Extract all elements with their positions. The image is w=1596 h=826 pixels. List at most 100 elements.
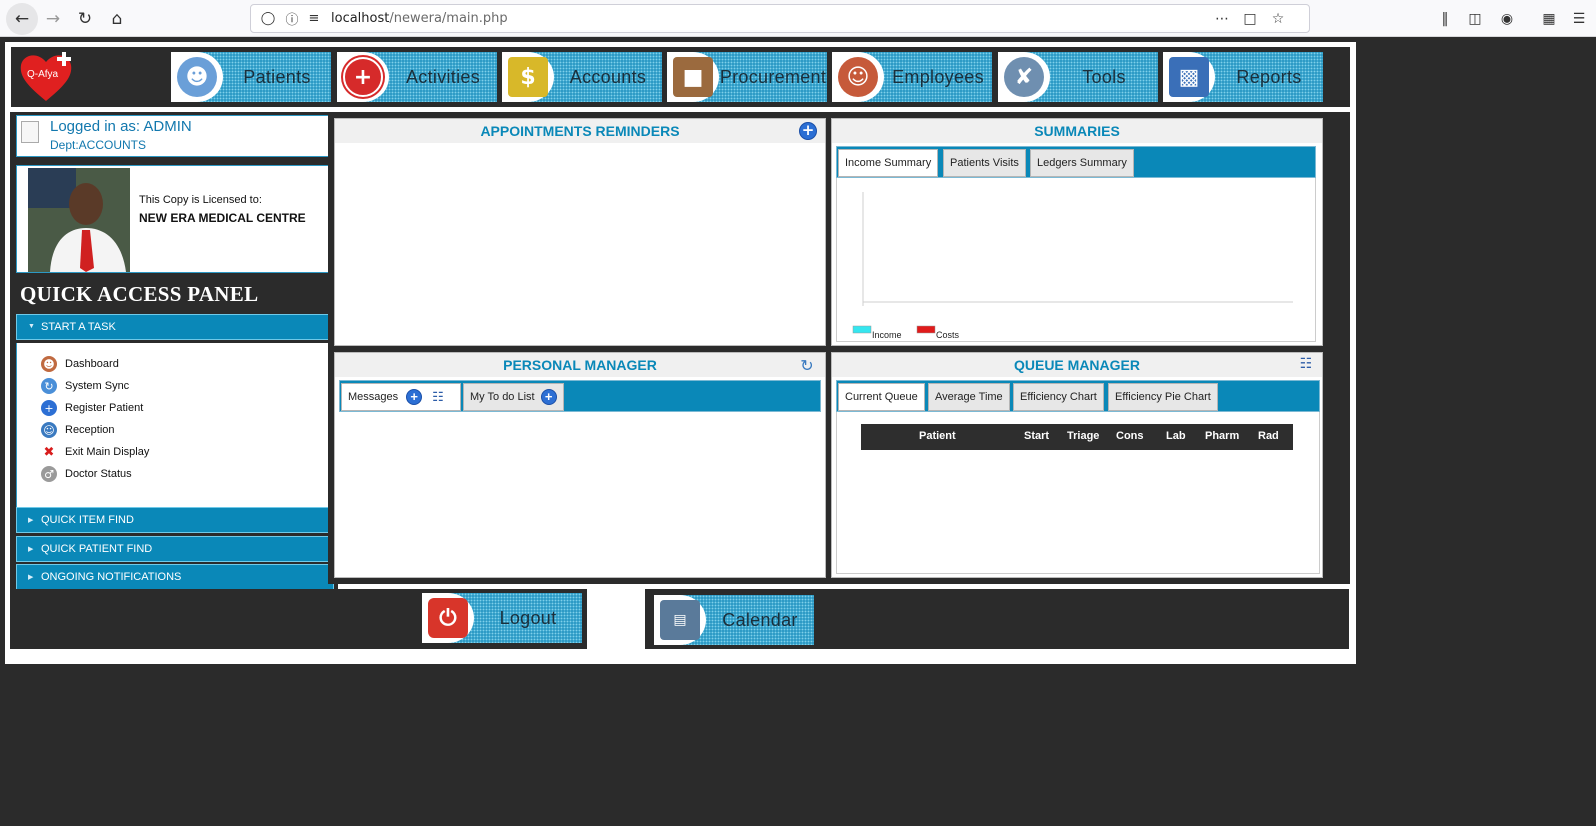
nav-patients-button[interactable]: ☻ Patients: [171, 52, 331, 102]
add-appointment-button[interactable]: +: [799, 122, 817, 140]
tab-efficiency-chart[interactable]: Efficiency Chart: [1013, 383, 1104, 411]
sync-icon: ↻: [41, 378, 57, 394]
reload-icon[interactable]: ↻: [72, 6, 98, 32]
menu-icon[interactable]: ☰: [1568, 8, 1590, 30]
forward-arrow-icon[interactable]: →: [40, 6, 66, 32]
accordion-label: START A TASK: [41, 321, 116, 333]
box-icon: ■: [673, 57, 713, 97]
col-triage: Triage: [1067, 430, 1100, 442]
browser-toolbar: ← → ↻ ⌂ ◯ ⓘ ≡ localhost/newera/main.php …: [0, 0, 1596, 37]
tab-ledgers-summary[interactable]: Ledgers Summary: [1030, 149, 1134, 177]
license-name: NEW ERA MEDICAL CENTRE: [139, 211, 306, 225]
task-register-patient[interactable]: + Register Patient: [41, 400, 143, 416]
login-info: Logged in as: ADMIN Dept:ACCOUNTS: [16, 115, 334, 157]
caret-down-icon: ▼: [28, 323, 35, 330]
doctor-avatar-icon: ☻: [41, 356, 57, 372]
appointments-panel: APPOINTMENTS REMINDERS +: [334, 118, 826, 346]
nav-label: Reports: [1236, 66, 1302, 87]
url-path: /newera/main.php: [389, 11, 508, 26]
shield-icon[interactable]: ◯: [259, 9, 277, 27]
nav-activities-button[interactable]: + Activities: [337, 52, 497, 102]
tab-messages[interactable]: Messages + ☷: [341, 383, 461, 411]
col-rad: Rad: [1258, 430, 1279, 442]
bottom-bar: ⏻ Logout ▤ Calendar: [10, 589, 1349, 649]
task-reception[interactable]: ☺ Reception: [41, 422, 115, 438]
nav-label: Employees: [892, 66, 984, 87]
task-label: Exit Main Display: [65, 446, 150, 458]
page-actions-icon[interactable]: ⋯: [1211, 9, 1233, 29]
task-label: Doctor Status: [65, 468, 132, 480]
calendar-button[interactable]: ▤ Calendar: [654, 595, 814, 645]
task-label: System Sync: [65, 380, 130, 392]
inbox-icon[interactable]: ☷: [432, 389, 444, 405]
bookmark-star-icon[interactable]: ☆: [1267, 9, 1289, 29]
library-icon[interactable]: ‖: [1434, 8, 1456, 30]
pocket-icon[interactable]: □: [1239, 9, 1261, 29]
svg-text:Q-Afya: Q-Afya: [27, 69, 59, 80]
account-icon[interactable]: ◉: [1496, 8, 1518, 30]
col-start: Start: [1024, 430, 1050, 442]
tab-income-summary[interactable]: Income Summary: [838, 149, 939, 177]
queue-manager-title: QUEUE MANAGER: [1013, 357, 1140, 373]
task-label: Reception: [65, 424, 115, 436]
tab-efficiency-pie-chart[interactable]: Efficiency Pie Chart: [1108, 383, 1218, 411]
costs-legend-swatch: [916, 325, 936, 334]
extensions-icon[interactable]: ▦: [1538, 8, 1560, 30]
address-bar[interactable]: ◯ ⓘ ≡ localhost/newera/main.php ⋯ □ ☆: [250, 4, 1310, 33]
red-cross-icon: +: [343, 57, 383, 97]
nav-tools-button[interactable]: ✘ Tools: [998, 52, 1158, 102]
ongoing-notifications-header[interactable]: ▶ ONGOING NOTIFICATIONS: [16, 564, 334, 590]
reports-icon: ▩: [1169, 57, 1209, 97]
logout-label: Logout: [499, 607, 557, 628]
tab-label: My To do List: [470, 391, 535, 403]
top-navigation: Q-Afya ☻ Patients + Activities $ Account…: [11, 47, 1350, 107]
personal-manager-title: PERSONAL MANAGER: [503, 357, 657, 373]
nav-reports-button[interactable]: ▩ Reports: [1163, 52, 1323, 102]
personal-manager-panel: PERSONAL MANAGER ↻ Messages + ☷ My To do…: [334, 352, 826, 578]
close-x-icon: ✖: [43, 444, 55, 460]
nav-label: Procurement: [719, 66, 827, 87]
add-todo-button[interactable]: +: [540, 389, 557, 405]
add-message-button[interactable]: +: [406, 389, 423, 405]
accordion-label: QUICK PATIENT FIND: [41, 543, 153, 555]
tab-todo-list[interactable]: My To do List +: [463, 383, 564, 411]
permissions-icon[interactable]: ≡: [305, 9, 323, 27]
start-task-header[interactable]: ▼ START A TASK: [16, 314, 334, 340]
tab-average-time[interactable]: Average Time: [928, 383, 1010, 411]
nav-procurement-button[interactable]: ■ Procurement: [667, 52, 827, 102]
doctor-icon: ♂: [41, 466, 57, 482]
caret-right-icon: ▶: [28, 517, 34, 524]
queue-display-icon[interactable]: ☷: [1296, 356, 1316, 374]
task-exit-main-display[interactable]: ✖ Exit Main Display: [41, 444, 150, 460]
nav-employees-button[interactable]: ☺ Employees: [832, 52, 992, 102]
url-text[interactable]: localhost/newera/main.php: [331, 11, 508, 26]
back-arrow-icon[interactable]: ←: [6, 3, 38, 35]
queue-content: Patient Start Triage Cons Lab Pharm Rad: [836, 412, 1320, 574]
panel-header: APPOINTMENTS REMINDERS +: [335, 119, 825, 143]
sync-icon[interactable]: ↻: [797, 356, 817, 375]
reception-icon: ☺: [41, 422, 57, 438]
nav-label: Activities: [405, 66, 480, 87]
home-icon[interactable]: ⌂: [104, 6, 130, 32]
quick-patient-find-header[interactable]: ▶ QUICK PATIENT FIND: [16, 536, 334, 562]
calendar-icon: ▤: [660, 600, 700, 640]
summaries-title: SUMMARIES: [1034, 123, 1120, 139]
col-patient: Patient: [919, 430, 956, 442]
nav-accounts-button[interactable]: $ Accounts: [502, 52, 662, 102]
nav-label: Accounts: [569, 66, 647, 87]
info-icon[interactable]: ⓘ: [283, 9, 301, 28]
task-doctor-status[interactable]: ♂ Doctor Status: [41, 466, 132, 482]
logout-button[interactable]: ⏻ Logout: [422, 593, 582, 643]
task-dashboard[interactable]: ☻ Dashboard: [41, 356, 119, 372]
tab-patients-visits[interactable]: Patients Visits: [943, 149, 1026, 177]
queue-manager-tabs: Current Queue Average Time Efficiency Ch…: [836, 380, 1320, 412]
task-system-sync[interactable]: ↻ System Sync: [41, 378, 129, 394]
accordion-label: QUICK ITEM FIND: [41, 514, 134, 526]
quick-access-sidebar: Logged in as: ADMIN Dept:ACCOUNTS This C…: [10, 112, 338, 594]
legend-income: Income: [872, 330, 902, 340]
quick-item-find-header[interactable]: ▶ QUICK ITEM FIND: [16, 507, 334, 533]
sidebar-icon[interactable]: ◫: [1464, 8, 1486, 30]
tab-current-queue[interactable]: Current Queue: [838, 383, 925, 411]
license-label: This Copy is Licensed to:: [139, 194, 262, 206]
power-icon: ⏻: [428, 598, 468, 638]
